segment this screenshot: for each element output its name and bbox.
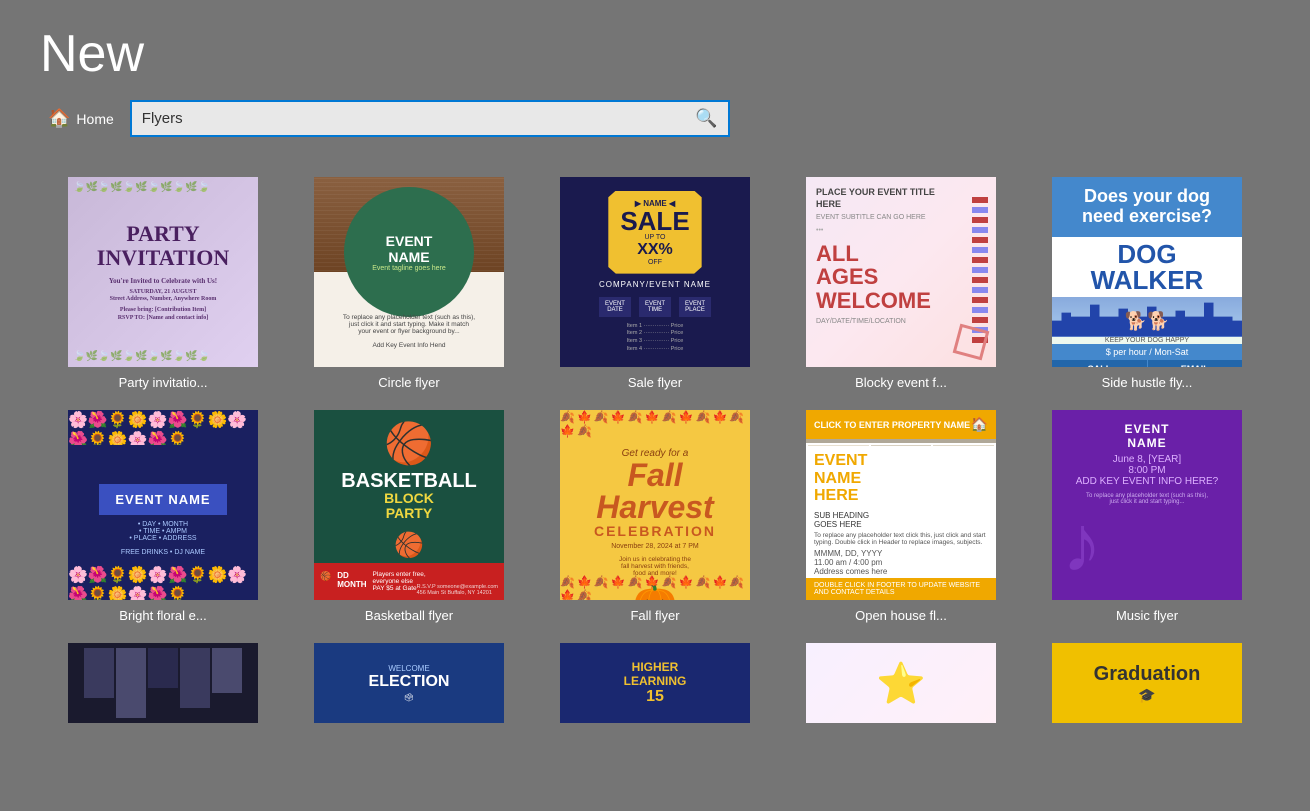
template-thumb: EVENTNAME Event tagline goes here To rep…	[314, 177, 504, 367]
page-title: New	[0, 0, 1310, 100]
template-thumb: CLICK TO ENTER PROPERTY NAME 🏠 EVENTNAME…	[806, 410, 996, 600]
template-label: Party invitatio...	[68, 375, 258, 390]
home-button[interactable]: 🏠 Home	[40, 104, 122, 133]
template-item-sale-flyer[interactable]: ▶ NAME ◀ SALE UP TO XX% OFF COMPANY/EVEN…	[532, 167, 778, 400]
search-input-wrapper: 🔍	[130, 100, 730, 137]
template-item-circle-flyer[interactable]: EVENTNAME Event tagline goes here To rep…	[286, 167, 532, 400]
template-label: Basketball flyer	[314, 608, 504, 623]
templates-grid: 🍃🌿🍃🌿🍃🌿🍃🌿🍃🌿🍃 🍃🌿🍃🌿🍃🌿🍃🌿🍃🌿🍃 PARTY INVITATION…	[0, 157, 1310, 751]
search-input[interactable]	[132, 104, 686, 133]
template-label: Side hustle fly...	[1052, 375, 1242, 390]
template-label: Circle flyer	[314, 375, 504, 390]
template-label: Bright floral e...	[68, 608, 258, 623]
template-thumb: 🏀 BASKETBALL BLOCKPARTY 🏀 🏀 DDMONTH Play…	[314, 410, 504, 600]
template-item-bright-floral[interactable]: 🌸🌺🌻🌼🌸🌺🌻🌼🌸🌺🌻🌼🌸🌺🌻 EVENT NAME • DAY • MONTH…	[40, 400, 286, 633]
template-label: Open house fl...	[806, 608, 996, 623]
template-item-music[interactable]: ♪ EVENTNAME June 8, [YEAR] 8:00 PM ADD K…	[1024, 400, 1270, 633]
template-item-graduation[interactable]: Graduation 🎓	[1024, 633, 1270, 741]
template-label: Fall flyer	[560, 608, 750, 623]
template-label: Blocky event f...	[806, 375, 996, 390]
template-thumb: 🌸🌺🌻🌼🌸🌺🌻🌼🌸🌺🌻🌼🌸🌺🌻 EVENT NAME • DAY • MONTH…	[68, 410, 258, 600]
template-item-open-house[interactable]: CLICK TO ENTER PROPERTY NAME 🏠 EVENTNAME…	[778, 400, 1024, 633]
template-item-basketball[interactable]: 🏀 BASKETBALL BLOCKPARTY 🏀 🏀 DDMONTH Play…	[286, 400, 532, 633]
home-icon: 🏠	[48, 108, 70, 129]
template-thumb: WELCOME ELECTION 🗳	[314, 643, 504, 723]
template-thumb: PLACE YOUR EVENT TITLEHERE EVENT SUBTITL…	[806, 177, 996, 367]
template-label: Music flyer	[1052, 608, 1242, 623]
template-label: Sale flyer	[560, 375, 750, 390]
template-item-education[interactable]: HIGHERLEARNING 15	[532, 633, 778, 741]
template-thumb: Graduation 🎓	[1052, 643, 1242, 723]
template-item-star[interactable]: ⭐	[778, 633, 1024, 741]
template-thumb: Does your dog need exercise? DOGWALKER 🐕…	[1052, 177, 1242, 367]
template-item-dark[interactable]	[40, 633, 286, 741]
template-item-election[interactable]: WELCOME ELECTION 🗳	[286, 633, 532, 741]
template-thumb	[68, 643, 258, 723]
search-bar: 🏠 Home 🔍	[0, 100, 1310, 157]
template-thumb: 🍂🍁🍂🍁🍂🍁🍂🍁🍂🍁🍂🍁🍂 Get ready for a FallHarves…	[560, 410, 750, 600]
template-item-fall[interactable]: 🍂🍁🍂🍁🍂🍁🍂🍁🍂🍁🍂🍁🍂 Get ready for a FallHarves…	[532, 400, 778, 633]
search-icon: 🔍	[695, 108, 717, 128]
template-thumb: ▶ NAME ◀ SALE UP TO XX% OFF COMPANY/EVEN…	[560, 177, 750, 367]
search-button[interactable]: 🔍	[685, 102, 727, 135]
template-thumb: ⭐	[806, 643, 996, 723]
template-thumb: ♪ EVENTNAME June 8, [YEAR] 8:00 PM ADD K…	[1052, 410, 1242, 600]
template-thumb: HIGHERLEARNING 15	[560, 643, 750, 723]
template-item-party-invitation[interactable]: 🍃🌿🍃🌿🍃🌿🍃🌿🍃🌿🍃 🍃🌿🍃🌿🍃🌿🍃🌿🍃🌿🍃 PARTY INVITATION…	[40, 167, 286, 400]
home-label: Home	[76, 111, 113, 127]
template-item-dog-walker[interactable]: Does your dog need exercise? DOGWALKER 🐕…	[1024, 167, 1270, 400]
template-item-blocky-event[interactable]: PLACE YOUR EVENT TITLEHERE EVENT SUBTITL…	[778, 167, 1024, 400]
template-thumb: 🍃🌿🍃🌿🍃🌿🍃🌿🍃🌿🍃 🍃🌿🍃🌿🍃🌿🍃🌿🍃🌿🍃 PARTY INVITATION…	[68, 177, 258, 367]
